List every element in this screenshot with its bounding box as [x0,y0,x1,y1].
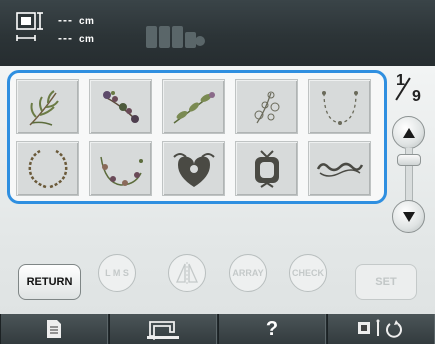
return-button[interactable]: RETURN [18,264,81,300]
page-indicator: 1 9 [390,72,430,112]
pattern-list-panel [7,70,387,204]
settings-button[interactable] [327,314,435,344]
scrollbar-thumb[interactable] [397,154,421,166]
pattern-wreath-arc[interactable] [308,79,371,134]
pattern-height-readout: --- cm [58,31,94,45]
laurel-wreath-icon [28,149,67,188]
pattern-list-button[interactable] [0,314,108,344]
document-icon [47,320,61,338]
wreath-arc-icon [321,90,358,125]
scroll-down-button[interactable] [392,200,425,233]
thread-spools-icon [146,26,205,48]
pattern-height-value: --- [58,31,73,45]
pattern-selection-screen: 1 9 RETURN L M S ARRAY CHECK SET [0,66,435,314]
sewing-machine-icon [147,321,179,340]
pattern-floral-crescent[interactable] [89,141,152,196]
lms-button[interactable]: L M S [98,254,136,292]
pattern-height-unit: cm [79,34,95,45]
pattern-width-unit: cm [79,16,95,27]
pattern-leaf-vine[interactable] [162,79,225,134]
damask-heart-icon [172,152,215,187]
mirror-icon [175,262,199,284]
pattern-laurel-wreath[interactable] [16,141,79,196]
triangle-down-icon [402,211,415,222]
pattern-floral-bouquet[interactable] [235,79,298,134]
help-label: ? [265,317,279,340]
settings-icon [358,319,402,338]
array-button[interactable]: ARRAY [229,254,267,292]
pattern-scroll-border[interactable] [308,141,371,196]
check-button[interactable]: CHECK [289,254,327,292]
ornate-crest-icon [254,149,279,188]
floral-crescent-icon [99,156,143,186]
status-header: --- cm --- cm [0,0,435,66]
scroll-up-button[interactable] [392,116,425,149]
pattern-width-readout: --- cm [58,13,94,27]
pattern-wheat-sprig[interactable] [16,79,79,134]
sewing-machine-button[interactable] [109,314,217,344]
pattern-size-icon [16,12,43,41]
leaf-vine-icon [173,91,215,124]
pattern-ornate-crest[interactable] [235,141,298,196]
pattern-width-value: --- [58,13,73,27]
mirror-button[interactable] [168,254,206,292]
pattern-damask-heart[interactable] [162,141,225,196]
help-button[interactable]: ? [218,314,326,344]
scroll-border-icon [316,162,363,177]
triangle-up-icon [402,127,415,138]
wheat-sprig-icon [28,89,59,126]
flower-spray-icon [102,90,139,123]
total-pages: 9 [412,88,421,105]
floral-bouquet-icon [254,91,279,123]
set-button[interactable]: SET [355,264,417,300]
pattern-flower-spray[interactable] [89,79,152,134]
footer-toolbar: ? [0,314,435,344]
